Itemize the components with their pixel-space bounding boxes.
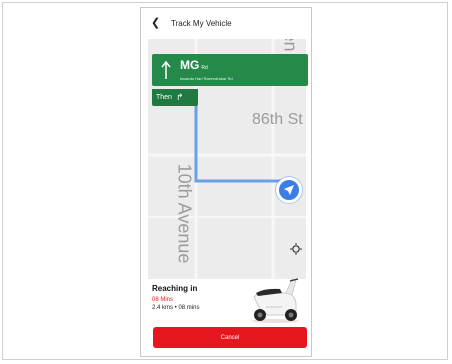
eta-detail: 2.4 kms • 08 mins [152, 305, 200, 311]
road-name: MG Rd [180, 58, 208, 72]
street-label-avenue: 10th Avenue [174, 163, 195, 264]
eta-minutes: 08 Mins [152, 297, 174, 303]
app-header: ❮ Track My Vehicle [141, 8, 311, 38]
turn-right-icon: ↱ [175, 92, 184, 102]
road-name-text: MG [180, 58, 200, 72]
street-label-cross: 86th St [252, 111, 303, 128]
navigation-banner: MG Rd towards Hari Ravendrakar Rd [152, 54, 308, 86]
vehicle-location-marker[interactable] [276, 177, 302, 203]
street-label-top-right: en [280, 39, 301, 52]
reaching-in-label: Reaching in [152, 284, 198, 293]
page-title: Track My Vehicle [171, 18, 232, 28]
recenter-crosshair [290, 243, 302, 255]
towards-text: towards Hari Ravendrakar Rd [180, 76, 233, 81]
up-arrow-icon [161, 60, 171, 79]
scooter-image [251, 278, 299, 323]
then-label: Then [156, 94, 172, 101]
cancel-button[interactable]: Cancel [153, 327, 307, 348]
road-suffix: Rd [201, 65, 208, 71]
next-turn-tag: Then ↱ [152, 89, 198, 106]
back-chevron-icon[interactable]: ❮ [151, 17, 169, 29]
recenter-icon[interactable] [289, 242, 303, 256]
navigation-arrow-icon [284, 185, 294, 195]
